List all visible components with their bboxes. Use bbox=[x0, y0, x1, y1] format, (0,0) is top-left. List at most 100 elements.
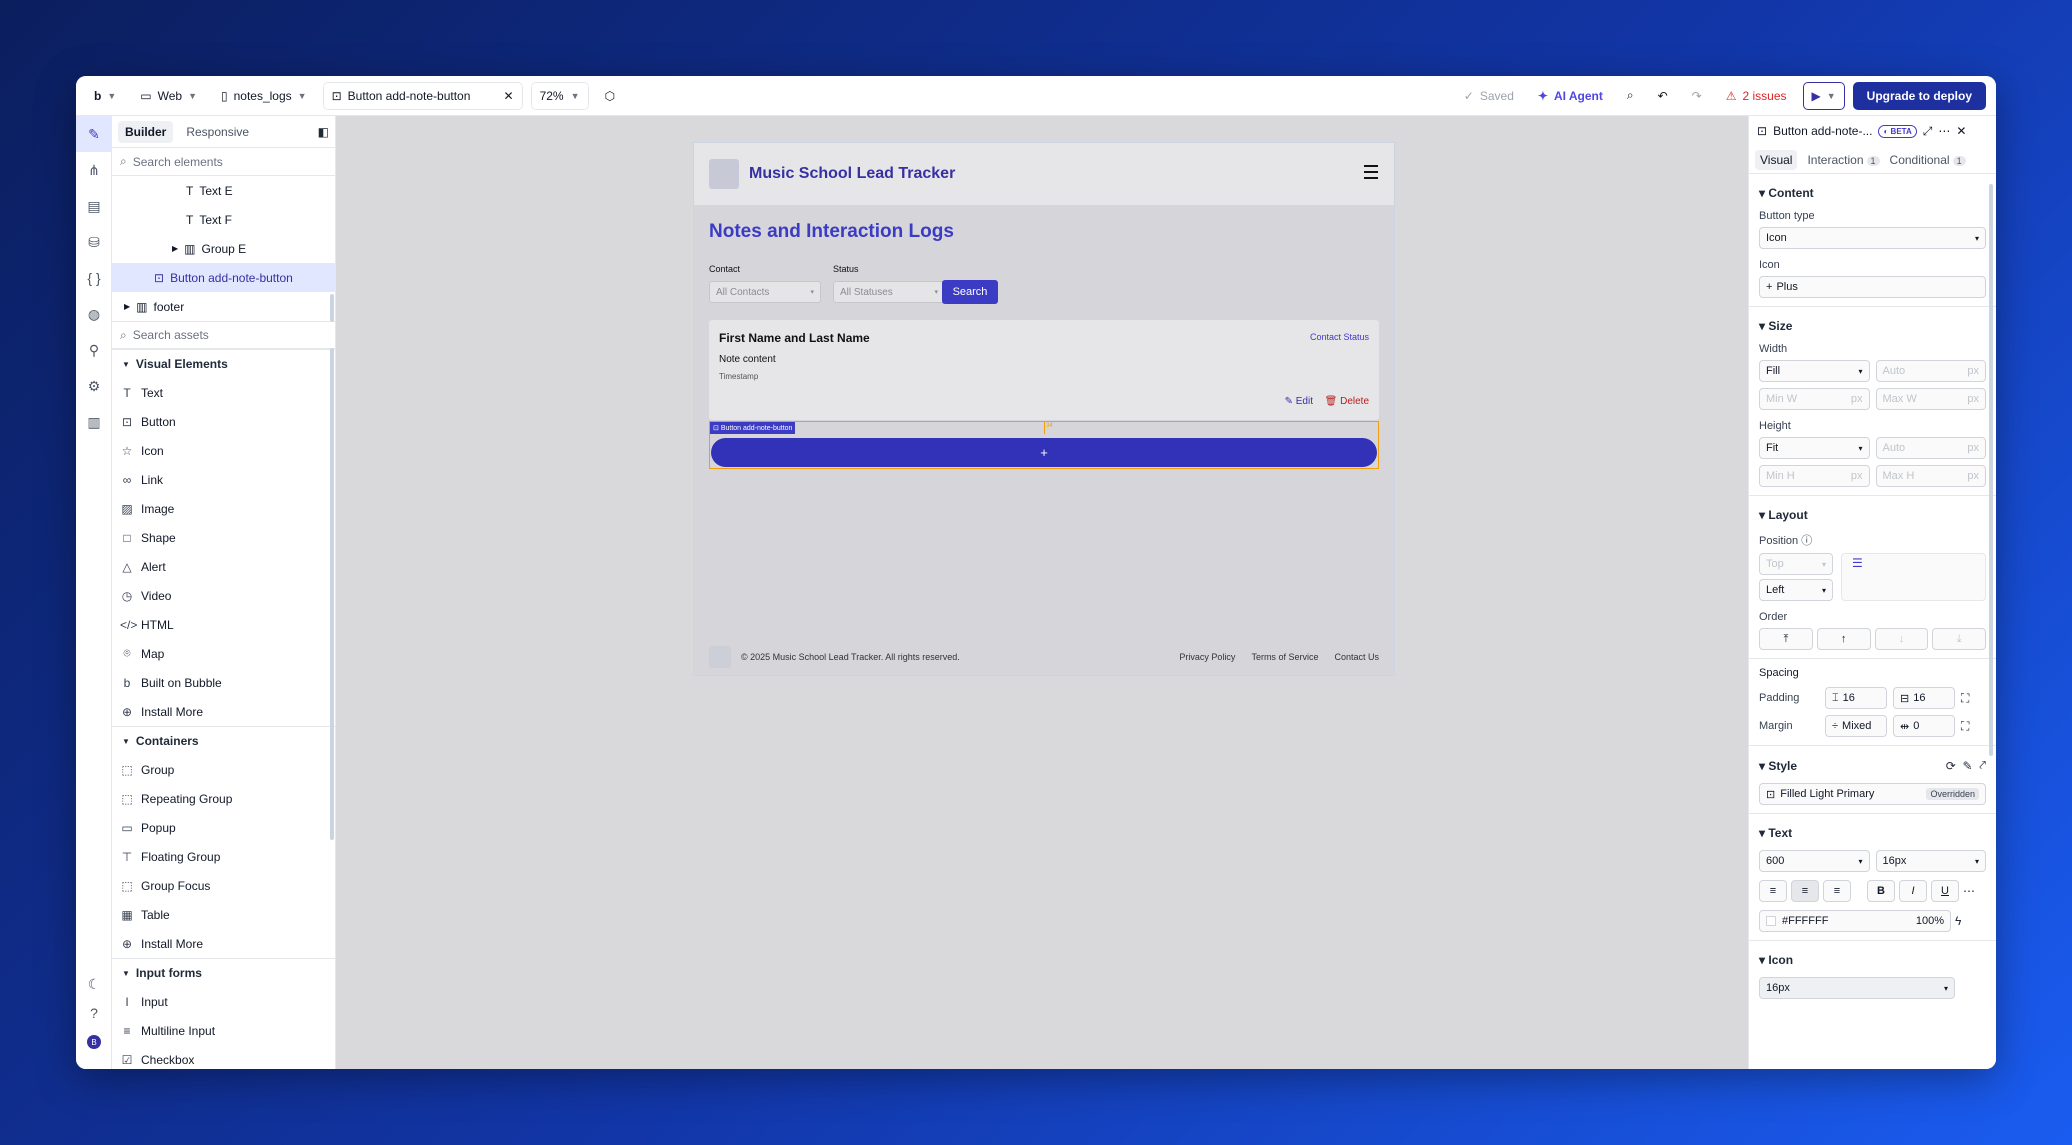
add-note-button[interactable]: + bbox=[711, 438, 1377, 467]
palette-map[interactable]: ⌾ Map bbox=[112, 639, 335, 668]
palette-install-more-containers[interactable]: ⊕ Install More bbox=[112, 929, 335, 958]
search-assets[interactable]: ⌕ Search assets bbox=[112, 321, 335, 349]
avatar[interactable]: B bbox=[76, 1024, 112, 1060]
delete-button[interactable]: 🗑 Delete bbox=[1325, 396, 1369, 407]
max-width-input[interactable]: Max Wpx bbox=[1875, 388, 1986, 410]
palette-link[interactable]: ∞ Link bbox=[112, 465, 335, 494]
palette-scrollbar[interactable] bbox=[330, 348, 334, 840]
collapse-panel-icon[interactable]: ◧ bbox=[318, 125, 329, 139]
more-icon[interactable]: ⋯ bbox=[1938, 124, 1950, 138]
status-dropdown[interactable]: All Statuses ▾ bbox=[833, 281, 945, 303]
contact-dropdown[interactable]: All Contacts ▾ bbox=[709, 281, 821, 303]
palette-floating-group[interactable]: ⊤ Floating Group bbox=[112, 842, 335, 871]
palette-shape[interactable]: □ Shape bbox=[112, 523, 335, 552]
palette-text[interactable]: T Text bbox=[112, 378, 335, 407]
globe-icon[interactable]: ◍ bbox=[76, 296, 112, 332]
tree-item-group-e[interactable]: ▶ ▥ Group E bbox=[112, 234, 335, 263]
selection-tag[interactable]: ⊡ Button add-note-button bbox=[710, 422, 796, 434]
layout-icon[interactable]: ▤ bbox=[76, 188, 112, 224]
hamburger-menu-icon[interactable] bbox=[1364, 165, 1378, 179]
palette-checkbox[interactable]: ☑ Checkbox bbox=[112, 1045, 335, 1069]
visual-elements-header[interactable]: ▼ Visual Elements bbox=[112, 349, 335, 378]
style-select[interactable]: ⊡ Filled Light Primary Overridden bbox=[1759, 783, 1986, 805]
detach-icon[interactable]: ⤤ bbox=[1979, 758, 1986, 773]
palette-install-more-visual[interactable]: ⊕ Install More bbox=[112, 697, 335, 726]
align-right-icon[interactable]: ≡ bbox=[1823, 880, 1851, 902]
more-icon[interactable]: ⋯ bbox=[1963, 884, 1975, 898]
layout-header[interactable]: ▾ Layout bbox=[1759, 508, 1986, 522]
text-color-input[interactable]: #FFFFFF 100% bbox=[1759, 910, 1951, 932]
platform-select[interactable]: ▭ Web ▼ bbox=[132, 81, 205, 110]
undo-icon[interactable]: ↶ bbox=[1649, 81, 1676, 110]
redo-icon[interactable]: ↷ bbox=[1683, 81, 1710, 110]
font-size-select[interactable]: 16px ▾ bbox=[1875, 850, 1986, 872]
move-forward-icon[interactable]: ↑ bbox=[1816, 628, 1871, 650]
tree-item-text-f[interactable]: T Text F bbox=[112, 205, 335, 234]
canvas[interactable]: Music School Lead Tracker Notes and Inte… bbox=[336, 116, 1748, 1069]
search-elements[interactable]: ⌕ Search elements bbox=[112, 148, 335, 176]
close-icon[interactable]: ✕ bbox=[1956, 124, 1966, 138]
align-center-icon[interactable]: ≡ bbox=[1791, 880, 1819, 902]
height-value-input[interactable]: Auto px bbox=[1875, 437, 1986, 459]
alignment-grid[interactable]: ☰ bbox=[1841, 553, 1986, 601]
tree-scrollbar[interactable] bbox=[330, 294, 334, 322]
bring-to-front-icon[interactable]: ⤒ bbox=[1759, 628, 1813, 650]
italic-icon[interactable]: I bbox=[1899, 880, 1927, 902]
icon-header[interactable]: ▾ Icon bbox=[1759, 953, 1986, 967]
align-top-left-icon[interactable]: ☰ bbox=[1852, 556, 1863, 570]
edit-icon[interactable]: ✎ bbox=[1963, 759, 1973, 773]
size-header[interactable]: ▾ Size bbox=[1759, 319, 1986, 333]
width-mode-select[interactable]: Fill ▾ bbox=[1759, 360, 1870, 382]
zoom-select[interactable]: 72% ▼ bbox=[530, 81, 589, 110]
palette-popup[interactable]: ▭ Popup bbox=[112, 813, 335, 842]
icon-size-select[interactable]: 16px ▾ bbox=[1759, 977, 1955, 999]
send-to-back-icon[interactable]: ⤓ bbox=[1932, 628, 1986, 650]
tab-conditional[interactable]: Conditional 1 bbox=[1890, 153, 1966, 167]
design-pencil-icon[interactable]: ✎ bbox=[76, 116, 112, 152]
workflow-icon[interactable]: ⋔ bbox=[76, 152, 112, 188]
expand-margin-icon[interactable]: ⛶ bbox=[1961, 719, 1969, 734]
palette-icon[interactable]: ☆ Icon bbox=[112, 436, 335, 465]
refresh-icon[interactable]: ⟳ bbox=[1946, 759, 1956, 773]
privacy-policy-link[interactable]: Privacy Policy bbox=[1179, 652, 1235, 662]
plugin-icon[interactable]: ⚲ bbox=[76, 332, 112, 368]
padding-horizontal-input[interactable]: ⊟ 16 bbox=[1893, 687, 1955, 709]
tab-builder[interactable]: Builder bbox=[118, 120, 174, 143]
horizontal-position-select[interactable]: Left ▾ bbox=[1759, 579, 1833, 601]
icon-select[interactable]: + Plus bbox=[1759, 276, 1986, 298]
palette-table[interactable]: ▦ Table bbox=[112, 900, 335, 929]
palette-button[interactable]: ⊡ Button bbox=[112, 407, 335, 436]
settings-icon[interactable]: ⚙ bbox=[76, 368, 112, 404]
style-header[interactable]: ▾ Style ⟳ ✎ ⤤ bbox=[1759, 758, 1986, 773]
palette-html[interactable]: </> HTML bbox=[112, 610, 335, 639]
palette-group-focus[interactable]: ⬚ Group Focus bbox=[112, 871, 335, 900]
font-weight-select[interactable]: 600 ▾ bbox=[1759, 850, 1870, 872]
underline-icon[interactable]: U bbox=[1931, 880, 1959, 902]
containers-header[interactable]: ▼ Containers bbox=[112, 726, 335, 755]
palette-multiline-input[interactable]: ≡ Multiline Input bbox=[112, 1016, 335, 1045]
max-height-input[interactable]: Max Hpx bbox=[1875, 465, 1986, 487]
move-backward-icon[interactable]: ↓ bbox=[1874, 628, 1929, 650]
contact-us-link[interactable]: Contact Us bbox=[1334, 652, 1379, 662]
palette-built-on-bubble[interactable]: b Built on Bubble bbox=[112, 668, 335, 697]
app-logo-menu[interactable]: b ▼ bbox=[86, 81, 125, 110]
lightning-icon[interactable]: ϟ bbox=[1955, 914, 1961, 928]
database-icon[interactable]: ⛁ bbox=[76, 224, 112, 260]
tree-item-footer[interactable]: ▶ ▥ footer bbox=[112, 292, 335, 321]
ai-agent-button[interactable]: ✦ AI Agent bbox=[1529, 81, 1611, 110]
property-scrollbar[interactable] bbox=[1989, 184, 1993, 756]
palette-image[interactable]: ▨ Image bbox=[112, 494, 335, 523]
preview-button[interactable]: ▶ ▼ bbox=[1802, 81, 1845, 110]
content-header[interactable]: ▾ Content bbox=[1759, 186, 1986, 200]
analytics-icon[interactable]: ▥ bbox=[76, 404, 112, 440]
palette-group[interactable]: ⬚ Group bbox=[112, 755, 335, 784]
text-header[interactable]: ▾ Text bbox=[1759, 826, 1986, 840]
width-value-input[interactable]: Auto px bbox=[1875, 360, 1986, 382]
tree-item-text-e[interactable]: T Text E bbox=[112, 176, 335, 205]
input-forms-header[interactable]: ▼ Input forms bbox=[112, 958, 335, 987]
margin-vertical-input[interactable]: ÷ Mixed bbox=[1825, 715, 1887, 737]
terms-of-service-link[interactable]: Terms of Service bbox=[1251, 652, 1318, 662]
element-tab[interactable]: ⊡ Button add-note-button ✕ bbox=[322, 81, 523, 110]
min-height-input[interactable]: Min Hpx bbox=[1759, 465, 1870, 487]
tab-responsive[interactable]: Responsive bbox=[179, 121, 256, 143]
